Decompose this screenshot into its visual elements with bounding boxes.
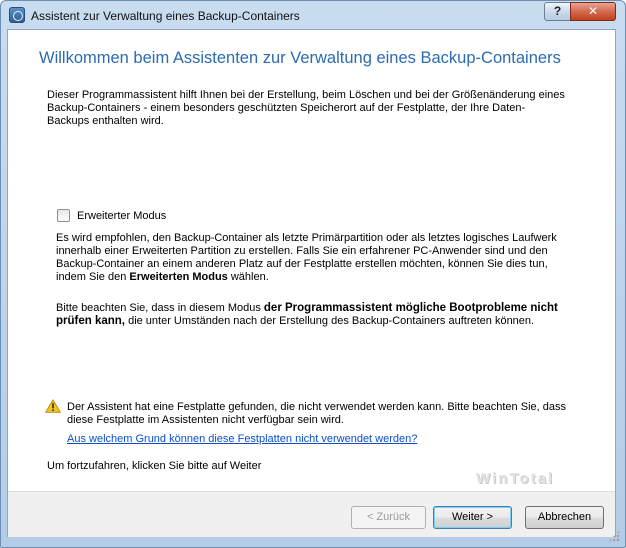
advanced-mode-label[interactable]: Erweiterter Modus: [77, 210, 166, 222]
cancel-button[interactable]: Abbrechen: [525, 506, 604, 529]
advanced-mode-description: Es wird empfohlen, den Backup-Container …: [56, 232, 571, 284]
unusable-disks-link[interactable]: Aus welchem Grund können diese Festplatt…: [67, 433, 417, 445]
boot-note-text: Bitte beachten Sie, dass in diesem Modus: [56, 302, 264, 314]
watermark-logo: WinTotal: [476, 470, 555, 487]
page-title: Willkommen beim Assistenten zur Verwaltu…: [39, 49, 561, 67]
title-bar[interactable]: Assistent zur Verwaltung eines Backup-Co…: [1, 1, 625, 29]
button-bar: [8, 491, 615, 537]
boot-warning-note: Bitte beachten Sie, dass in diesem Modus…: [56, 302, 571, 328]
next-button[interactable]: Weiter >: [433, 506, 512, 529]
advanced-description-end: wählen.: [227, 271, 269, 283]
back-button[interactable]: < Zurück: [351, 506, 426, 529]
boot-note-end: die unter Umständen nach der Erstellung …: [125, 315, 535, 327]
intro-text: Dieser Programmassistent hilft Ihnen bei…: [47, 89, 565, 127]
help-button[interactable]: ?: [544, 2, 571, 21]
continue-hint: Um fortzufahren, klicken Sie bitte auf W…: [47, 460, 262, 472]
close-button[interactable]: ✕: [570, 2, 616, 21]
advanced-description-bold: Erweiterten Modus: [129, 271, 228, 283]
advanced-mode-checkbox[interactable]: [57, 209, 70, 222]
app-icon: [9, 7, 25, 23]
disk-warning-text: Der Assistent hat eine Festplatte gefund…: [67, 401, 566, 426]
warning-icon: [45, 399, 61, 413]
window-title: Assistent zur Verwaltung eines Backup-Co…: [31, 9, 300, 23]
